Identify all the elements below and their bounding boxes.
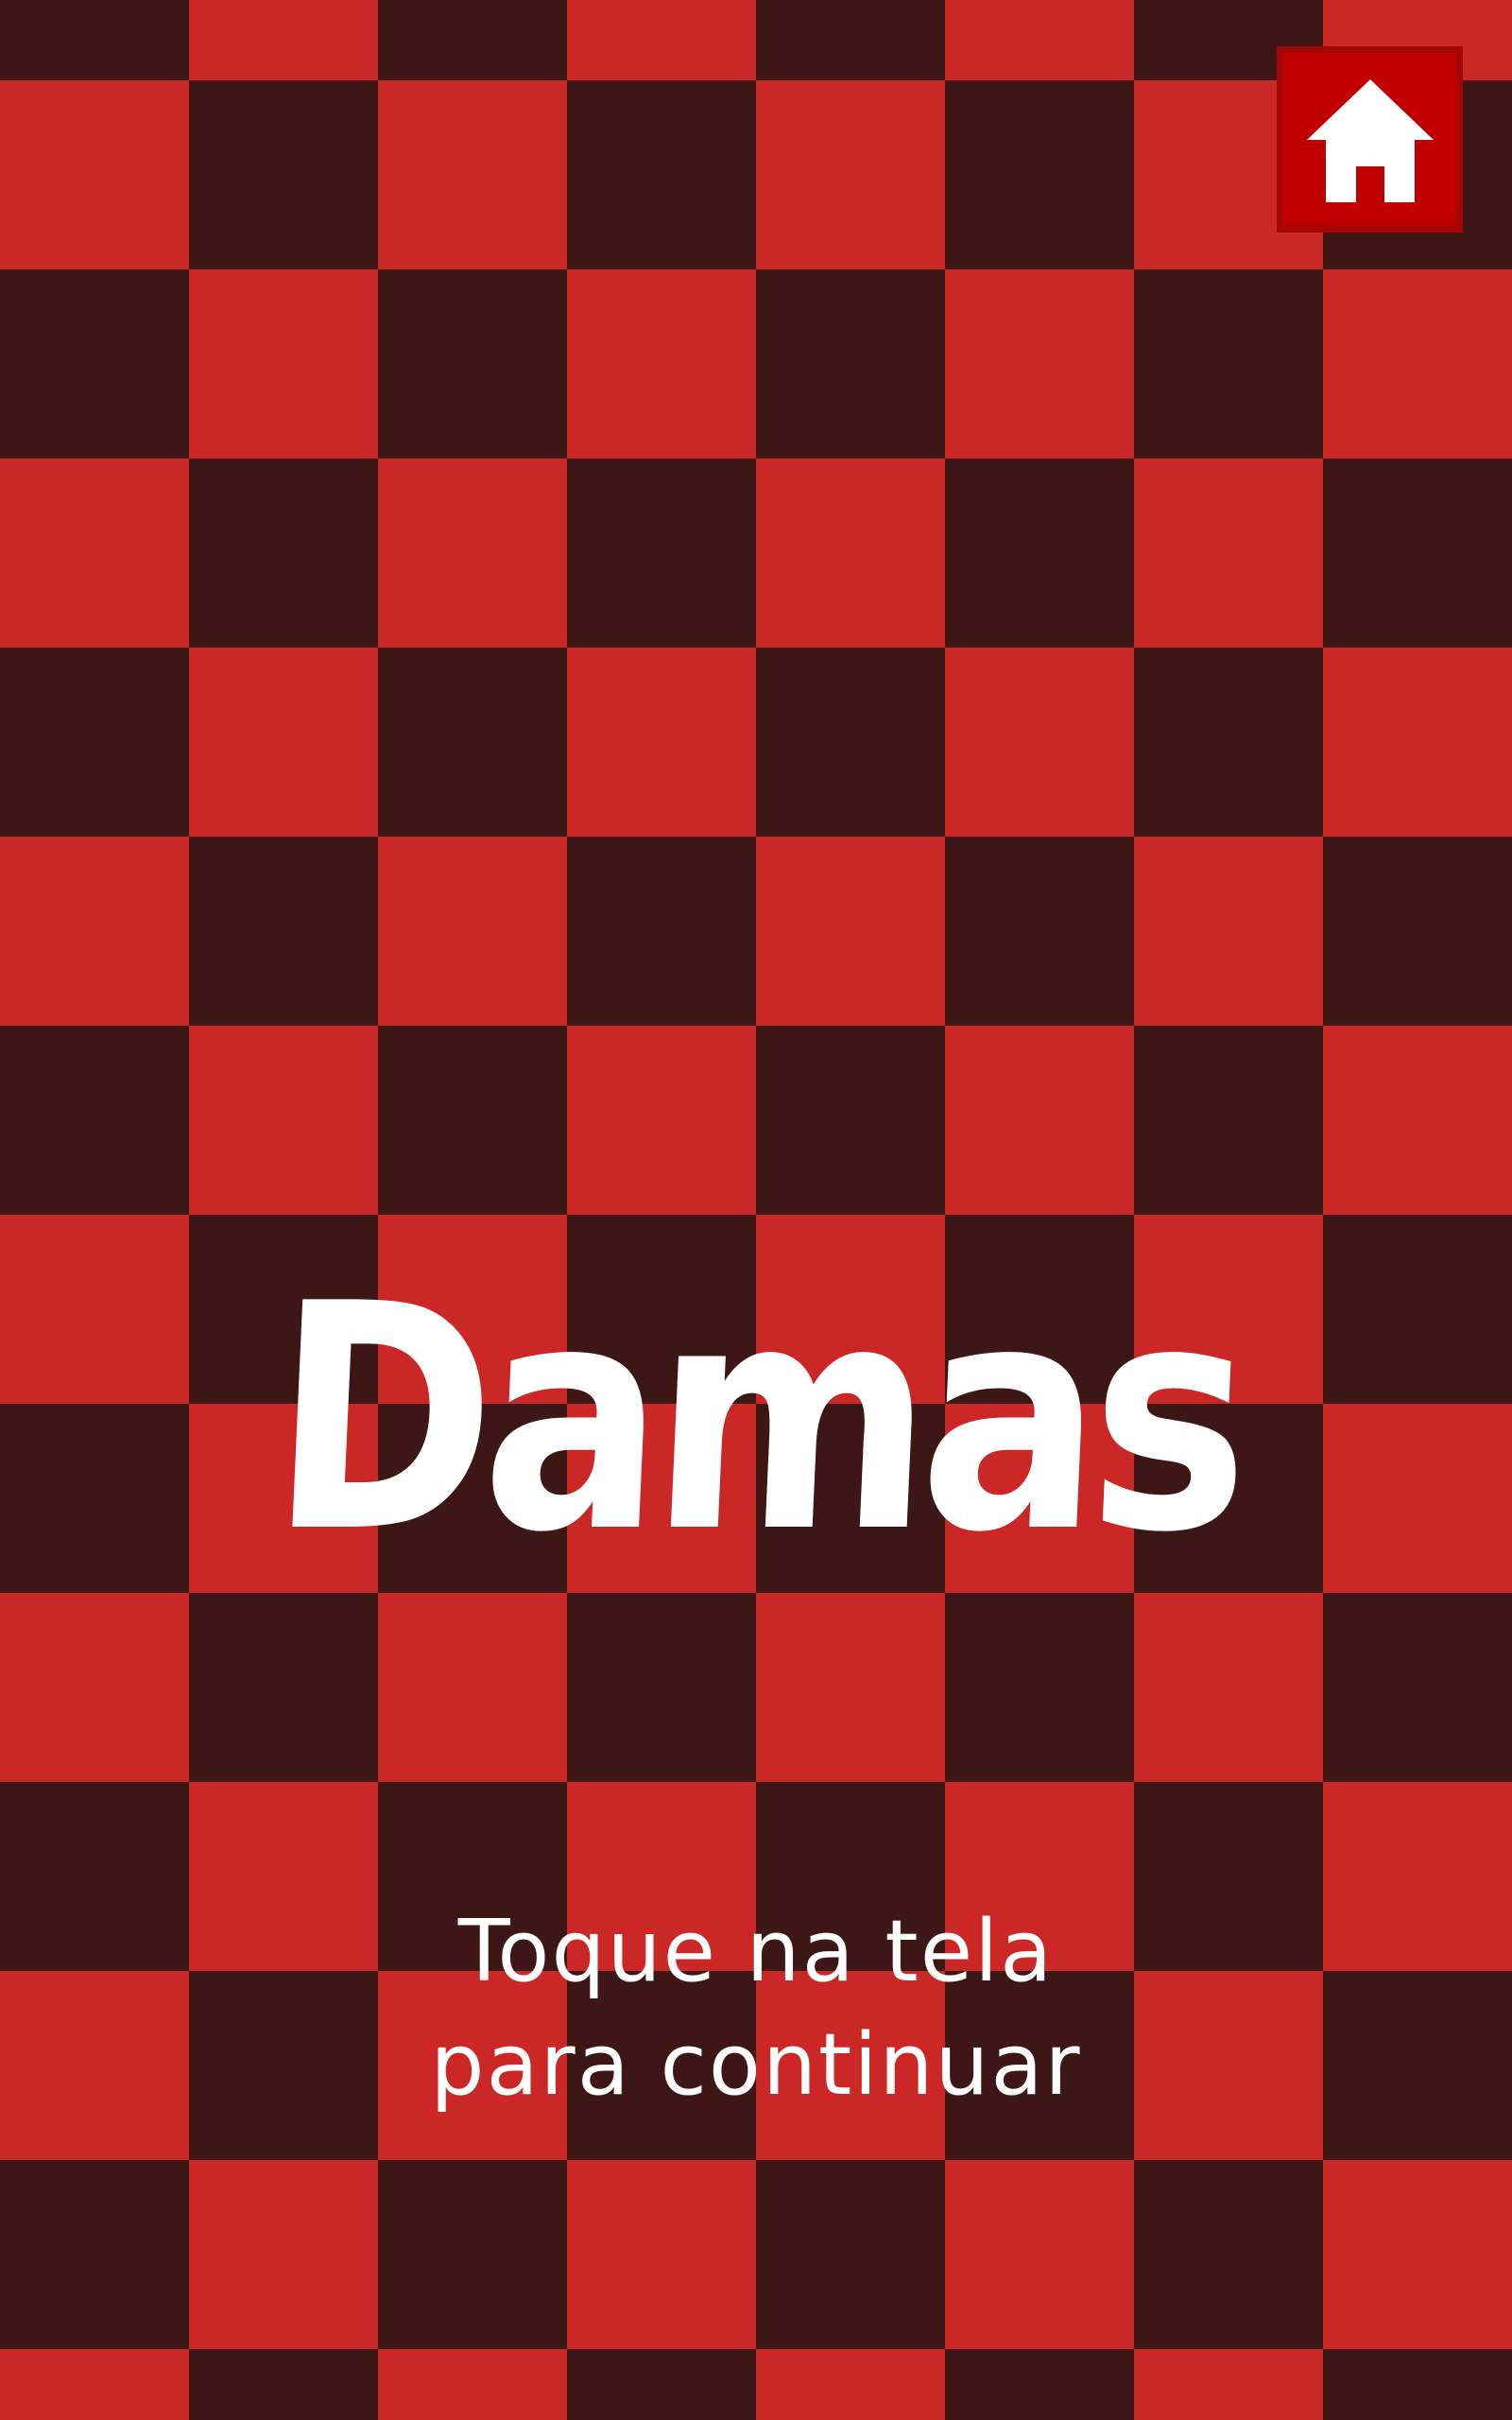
board-square-light [0,1593,189,1782]
board-square-light [189,1026,378,1215]
board-square-dark [567,80,756,269]
board-square-dark [945,837,1134,1026]
board-square-light [0,80,189,269]
board-square-light [567,269,756,458]
splash-screen[interactable]: Damas Toque na tela para continuar [0,0,1512,2420]
board-square-dark [189,2349,378,2420]
board-square-light [0,458,189,648]
board-square-dark [0,269,189,458]
board-square-dark [189,1593,378,1782]
board-square-dark [1323,1593,1512,1782]
board-square-light [1323,269,1512,458]
board-square-light [756,458,945,648]
board-square-dark [189,80,378,269]
board-square-light [1323,648,1512,837]
board-square-light [378,837,567,1026]
tap-to-continue-text: Toque na tela para continuar [0,1895,1512,2122]
board-square-dark [0,0,189,80]
board-square-dark [1134,2160,1323,2349]
tap-hint-line-2: para continuar [430,2015,1082,2115]
board-square-dark [378,2160,567,2349]
board-square-dark [0,648,189,837]
board-square-dark [1134,269,1323,458]
board-square-light [1134,458,1323,648]
board-square-dark [945,2349,1134,2420]
board-square-light [189,269,378,458]
board-square-dark [189,458,378,648]
board-square-light [378,1593,567,1782]
board-square-light [0,837,189,1026]
board-square-light [189,648,378,837]
board-square-light [945,269,1134,458]
board-square-dark [1323,458,1512,648]
board-square-dark [756,269,945,458]
board-square-dark [567,837,756,1026]
board-square-dark [945,80,1134,269]
board-square-light [756,1593,945,1782]
board-square-light [1323,1026,1512,1215]
board-square-dark [378,269,567,458]
board-square-light [567,1026,756,1215]
board-square-dark [756,0,945,80]
board-square-light [189,2160,378,2349]
board-square-light [756,2349,945,2420]
board-square-dark [1323,2349,1512,2420]
board-square-dark [756,648,945,837]
board-square-light [0,2349,189,2420]
home-icon [1307,79,1434,202]
board-square-light [1134,837,1323,1026]
board-square-dark [378,648,567,837]
board-square-light [945,0,1134,80]
board-square-light [945,2160,1134,2349]
board-square-dark [567,458,756,648]
board-square-dark [567,1593,756,1782]
board-square-dark [378,1026,567,1215]
board-square-dark [0,2160,189,2349]
board-square-light [756,837,945,1026]
board-square-light [567,2160,756,2349]
board-square-dark [945,1593,1134,1782]
board-square-light [567,648,756,837]
board-square-dark [1134,1026,1323,1215]
board-square-light [945,648,1134,837]
board-square-light [378,80,567,269]
board-square-light [189,0,378,80]
board-square-light [1134,2349,1323,2420]
board-square-light [378,458,567,648]
board-square-dark [567,2349,756,2420]
tap-hint-line-1: Toque na tela [457,1902,1055,2001]
game-title: Damas [264,1237,1248,1601]
board-square-dark [945,458,1134,648]
board-square-dark [756,2160,945,2349]
board-square-dark [189,837,378,1026]
board-square-dark [756,1026,945,1215]
board-square-light [945,1026,1134,1215]
board-square-light [567,0,756,80]
board-square-dark [0,1026,189,1215]
board-square-light [1134,1593,1323,1782]
board-square-light [1323,2160,1512,2349]
board-square-dark [1134,648,1323,837]
home-button[interactable] [1277,46,1463,233]
board-square-light [378,2349,567,2420]
board-square-light [756,80,945,269]
board-square-dark [378,0,567,80]
board-square-dark [1323,837,1512,1026]
